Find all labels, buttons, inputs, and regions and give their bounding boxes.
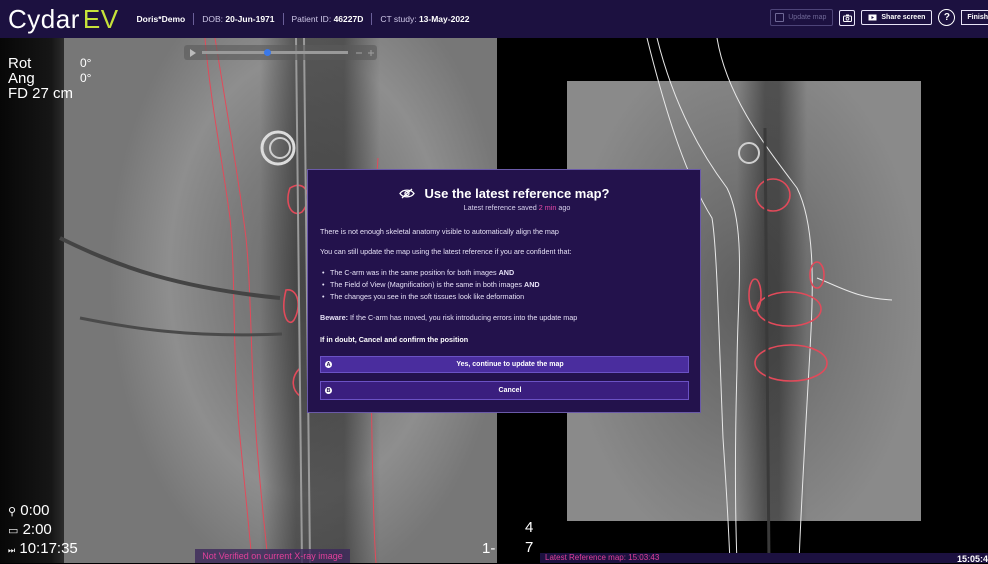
condition-1-and: AND <box>498 268 515 277</box>
rotation-label: Rot <box>8 55 32 72</box>
ct-study-field: CT study: 13-May-2022 <box>380 14 469 24</box>
timers: ⚲ 0:00 ▭ 2:00 ⏭ 10:17:35 <box>8 502 78 559</box>
logo-text: Cydar <box>8 3 80 34</box>
update-map-label: Update map <box>788 14 827 21</box>
patient-id-value: 46227D <box>333 14 364 24</box>
playback-slider-handle[interactable] <box>264 49 271 56</box>
dialog-title-text: Use the latest reference map? <box>424 186 610 201</box>
beware-message: Beware: If the C-arm has moved, you risk… <box>320 313 577 322</box>
frame-number: 1- <box>482 540 496 557</box>
fluoro-time: ⚲ 0:00 <box>8 502 78 521</box>
help-icon: ? <box>943 12 950 23</box>
beware-label: Beware: <box>320 313 348 322</box>
checkbox-icon <box>775 13 785 22</box>
clock-time: ⏭ 10:17:35 <box>8 540 78 559</box>
condition-2-text: The Field of View (Magnification) is the… <box>330 280 525 289</box>
clock-time-value: 10:17:35 <box>19 540 78 557</box>
finish-label: Finish <box>967 14 988 21</box>
field-of-view: FD 27 cm <box>8 85 74 102</box>
fluoro-time-value: 0:00 <box>20 502 50 519</box>
update-map-button[interactable]: Update map <box>770 9 834 26</box>
dialog-message-1: There is not enough skeletal anatomy vis… <box>320 227 559 236</box>
divider <box>282 13 284 25</box>
zoom-out-icon[interactable] <box>354 48 364 58</box>
patient-id-field: Patient ID: 46227D <box>292 14 364 24</box>
top-actions: Update map Share screen ? Finish <box>770 9 988 26</box>
eye-slash-icon <box>398 188 415 199</box>
patient-id-label: Patient ID: <box>291 14 332 24</box>
ct-study-label: CT study: <box>380 14 417 24</box>
dob-value: 20-Jun-1971 <box>225 14 275 24</box>
condition-2: The Field of View (Magnification) is the… <box>322 280 540 289</box>
finish-button[interactable]: Finish <box>961 10 988 25</box>
frame-count-bottom: 7 <box>525 539 534 556</box>
angulation-value: 0° <box>80 71 92 85</box>
key-b-badge: B <box>325 387 332 394</box>
divider <box>193 13 195 25</box>
run-time: ▭ 2:00 <box>8 521 78 540</box>
cancel-label: Cancel <box>498 387 522 394</box>
latest-reference-time: Latest Reference map: 15:03:43 <box>545 553 660 562</box>
dialog-title: Use the latest reference map? <box>308 186 700 201</box>
continue-update-button[interactable]: A Yes, continue to update the map <box>320 356 689 373</box>
cancel-button[interactable]: B Cancel <box>320 381 689 400</box>
frame-count-top: 4 <box>525 519 534 536</box>
beware-text: If the C-arm has moved, you risk introdu… <box>347 313 578 322</box>
zoom-in-icon[interactable] <box>366 48 376 58</box>
fluoro-icon: ⚲ <box>8 506 17 518</box>
patient-info: Doris*Demo DOB: 20-Jun-1971 Patient ID: … <box>137 13 470 25</box>
screen-time-icon: ▭ <box>8 525 19 537</box>
ct-study-value: 13-May-2022 <box>418 14 470 24</box>
app-logo: Cydar EV <box>8 4 119 35</box>
play-icon[interactable] <box>189 49 197 57</box>
screen-icon <box>868 14 877 21</box>
divider <box>371 13 373 25</box>
subtitle-suffix: ago <box>556 203 571 212</box>
fast-forward-icon: ⏭ <box>8 546 16 555</box>
rotation-value: 0° <box>80 56 92 70</box>
patient-name: Doris*Demo <box>136 14 186 24</box>
dob-label: DOB: <box>202 14 223 24</box>
reference-map-dialog: Use the latest reference map? Latest ref… <box>307 169 701 413</box>
if-in-doubt: If in doubt, Cancel and confirm the posi… <box>320 335 469 344</box>
help-button[interactable]: ? <box>938 9 956 26</box>
share-screen-label: Share screen <box>881 14 926 21</box>
top-bar: Cydar EV Doris*Demo DOB: 20-Jun-1971 Pati… <box>0 0 988 38</box>
subtitle-time: 2 min <box>538 203 557 212</box>
playback-bar[interactable] <box>184 45 377 60</box>
camera-button[interactable] <box>839 9 856 26</box>
share-screen-button[interactable]: Share screen <box>861 10 933 25</box>
condition-2-and: AND <box>524 280 540 289</box>
condition-3: The changes you see in the soft tissues … <box>322 292 524 301</box>
not-verified-banner: Not Verified on current X-ray image <box>195 549 350 563</box>
condition-1: The C-arm was in the same position for b… <box>322 268 515 277</box>
key-a-badge: A <box>325 361 332 368</box>
condition-1-text: The C-arm was in the same position for b… <box>330 268 499 277</box>
playback-track[interactable] <box>202 51 348 54</box>
continue-update-label: Yes, continue to update the map <box>456 361 564 368</box>
run-time-value: 2:00 <box>22 521 52 538</box>
dialog-subtitle: Latest reference saved 2 min ago <box>308 203 700 212</box>
dob-field: DOB: 20-Jun-1971 <box>202 14 274 24</box>
camera-icon <box>842 14 852 22</box>
logo-accent: EV <box>82 3 119 34</box>
dialog-message-2: You can still update the map using the l… <box>320 247 572 256</box>
angulation-label: Ang <box>8 70 35 87</box>
subtitle-text: Latest reference saved <box>463 203 539 212</box>
